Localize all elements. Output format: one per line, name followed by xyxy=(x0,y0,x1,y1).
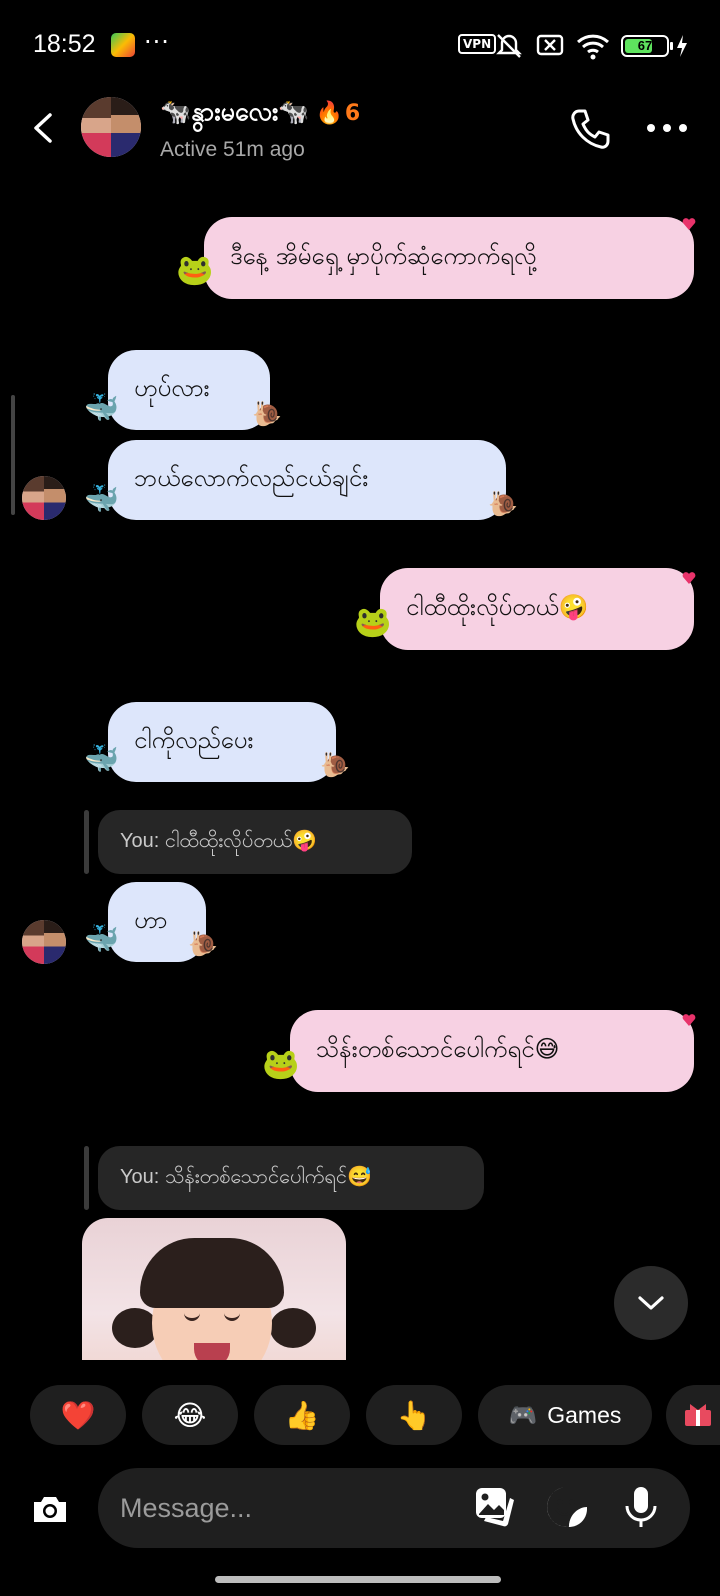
frog-sticker-icon: 🐸 xyxy=(354,605,392,640)
chat-header: 🐄နွားမလေး🐄 🔥6 Active 51m ago xyxy=(0,90,720,180)
quick-reactions-bar: ❤️ 😂 👍 👆 🎮 Games xyxy=(0,1385,720,1447)
no-sim-icon xyxy=(536,34,564,56)
active-status: Active 51m ago xyxy=(160,138,305,161)
games-button[interactable]: 🎮 Games xyxy=(478,1385,652,1445)
contact-avatar-small[interactable] xyxy=(22,920,66,964)
contact-name[interactable]: 🐄နွားမလေး🐄 🔥6 xyxy=(160,96,360,133)
contact-name-text: 🐄နွားမလေး🐄 xyxy=(160,97,310,126)
message-bubble-outgoing[interactable]: သိန်းတစ်သောင်ပေါက်ရင်😅 xyxy=(290,1010,694,1092)
gift-icon xyxy=(685,1404,711,1426)
frog-sticker-icon: 🐸 xyxy=(176,253,214,288)
message-composer xyxy=(0,1466,720,1550)
message-text: သိန်းတစ်သောင်ပေါက်ရင်😅 xyxy=(316,1035,560,1063)
status-bar: 18:52 ··· VPN 67 xyxy=(0,0,720,90)
gallery-icon[interactable] xyxy=(472,1484,518,1530)
message-bubble-incoming[interactable]: ဘယ်လောက်လည်ငယ်ချင်း xyxy=(108,440,506,520)
reply-text: You: သိန်းတစ်သောင်ပေါက်ရင်😅 xyxy=(120,1166,372,1188)
battery-indicator: 67 xyxy=(621,35,673,57)
contact-avatar[interactable] xyxy=(81,97,141,157)
message-text: ငါထီထိုးလိုပ်တယ်🤪 xyxy=(406,593,589,621)
message-text: ဟာ xyxy=(134,906,168,934)
whale-sticker-icon: 🐳 xyxy=(84,742,119,775)
home-indicator[interactable] xyxy=(215,1576,501,1583)
microphone-icon[interactable] xyxy=(618,1484,664,1530)
reaction-thumbs-up-button[interactable]: 👍 xyxy=(254,1385,350,1445)
more-notifications-icon: ··· xyxy=(144,28,170,56)
reply-text: You: ငါထီထိုးလိုပ်တယ်🤪 xyxy=(120,830,318,852)
whale-sticker-icon: 🐳 xyxy=(84,391,119,424)
snail-sticker-icon: 🐌 xyxy=(188,930,218,958)
streak-fire-icon: 🔥 xyxy=(315,101,343,126)
message-input-container xyxy=(98,1468,690,1548)
heart-icon xyxy=(682,218,696,230)
reaction-point-up-button[interactable]: 👆 xyxy=(366,1385,462,1445)
charging-icon xyxy=(677,35,687,57)
more-options-icon[interactable] xyxy=(645,122,689,134)
photo-message[interactable] xyxy=(82,1218,346,1360)
phone-call-icon[interactable] xyxy=(567,106,613,152)
reply-indicator xyxy=(84,810,89,874)
scroll-to-bottom-button[interactable] xyxy=(614,1266,688,1340)
status-time: 18:52 xyxy=(33,30,96,58)
message-input[interactable] xyxy=(120,1486,450,1530)
snail-sticker-icon: 🐌 xyxy=(488,490,518,518)
message-bubble-incoming[interactable]: ငါကိုလည်ပေး xyxy=(108,702,336,782)
reply-preview[interactable]: You: သိန်းတစ်သောင်ပေါက်ရင်😅 xyxy=(98,1146,484,1210)
heart-icon xyxy=(682,1014,696,1026)
battery-percent: 67 xyxy=(637,38,653,53)
reply-preview[interactable]: You: ငါထီထိုးလိုပ်တယ်🤪 xyxy=(98,810,412,874)
snail-sticker-icon: 🐌 xyxy=(252,400,282,428)
streak-count: 6 xyxy=(344,101,361,126)
vpn-icon: VPN xyxy=(458,34,497,54)
message-text: ဘယ်လောက်လည်ငယ်ချင်း xyxy=(134,464,369,492)
wifi-icon xyxy=(576,34,610,60)
message-bubble-outgoing[interactable]: ငါထီထိုးလိုပ်တယ်🤪 xyxy=(380,568,694,650)
message-text: ဟုပ်လား xyxy=(134,374,210,402)
message-bubble-outgoing[interactable]: ဒီနေ့ အိမ်ရှေ့ မှာပိုက်ဆုံကောက်ရလို့ xyxy=(204,217,694,299)
play-store-icon xyxy=(111,33,135,57)
games-label: Games xyxy=(547,1401,622,1428)
message-text: ငါကိုလည်ပေး xyxy=(134,726,254,754)
frog-sticker-icon: 🐸 xyxy=(262,1047,300,1082)
contact-avatar-small[interactable] xyxy=(22,476,66,520)
message-text: ဒီနေ့ အိမ်ရှေ့ မှာပိုက်ဆုံကောက်ရလို့ xyxy=(230,242,537,270)
gamepad-icon: 🎮 xyxy=(508,1401,538,1428)
camera-icon[interactable] xyxy=(22,1482,78,1538)
snail-sticker-icon: 🐌 xyxy=(320,751,350,779)
reaction-heart-button[interactable]: ❤️ xyxy=(30,1385,126,1445)
gift-button[interactable] xyxy=(666,1385,720,1445)
whale-sticker-icon: 🐳 xyxy=(84,482,119,515)
message-list[interactable]: ဒီနေ့ အိမ်ရှေ့ မှာပိုက်ဆုံကောက်ရလို့ 🐸 ဟ… xyxy=(0,180,720,1360)
whale-sticker-icon: 🐳 xyxy=(84,922,119,955)
sticker-icon[interactable] xyxy=(544,1484,590,1530)
heart-icon xyxy=(682,572,696,584)
reply-indicator xyxy=(84,1146,89,1210)
reaction-laugh-button[interactable]: 😂 xyxy=(142,1385,238,1445)
mute-vibrate-icon xyxy=(496,34,522,58)
message-bubble-incoming[interactable]: ဟုပ်လား xyxy=(108,350,270,430)
scrollbar[interactable] xyxy=(11,395,15,515)
chevron-down-icon xyxy=(638,1296,664,1310)
back-arrow-icon[interactable] xyxy=(24,108,64,148)
